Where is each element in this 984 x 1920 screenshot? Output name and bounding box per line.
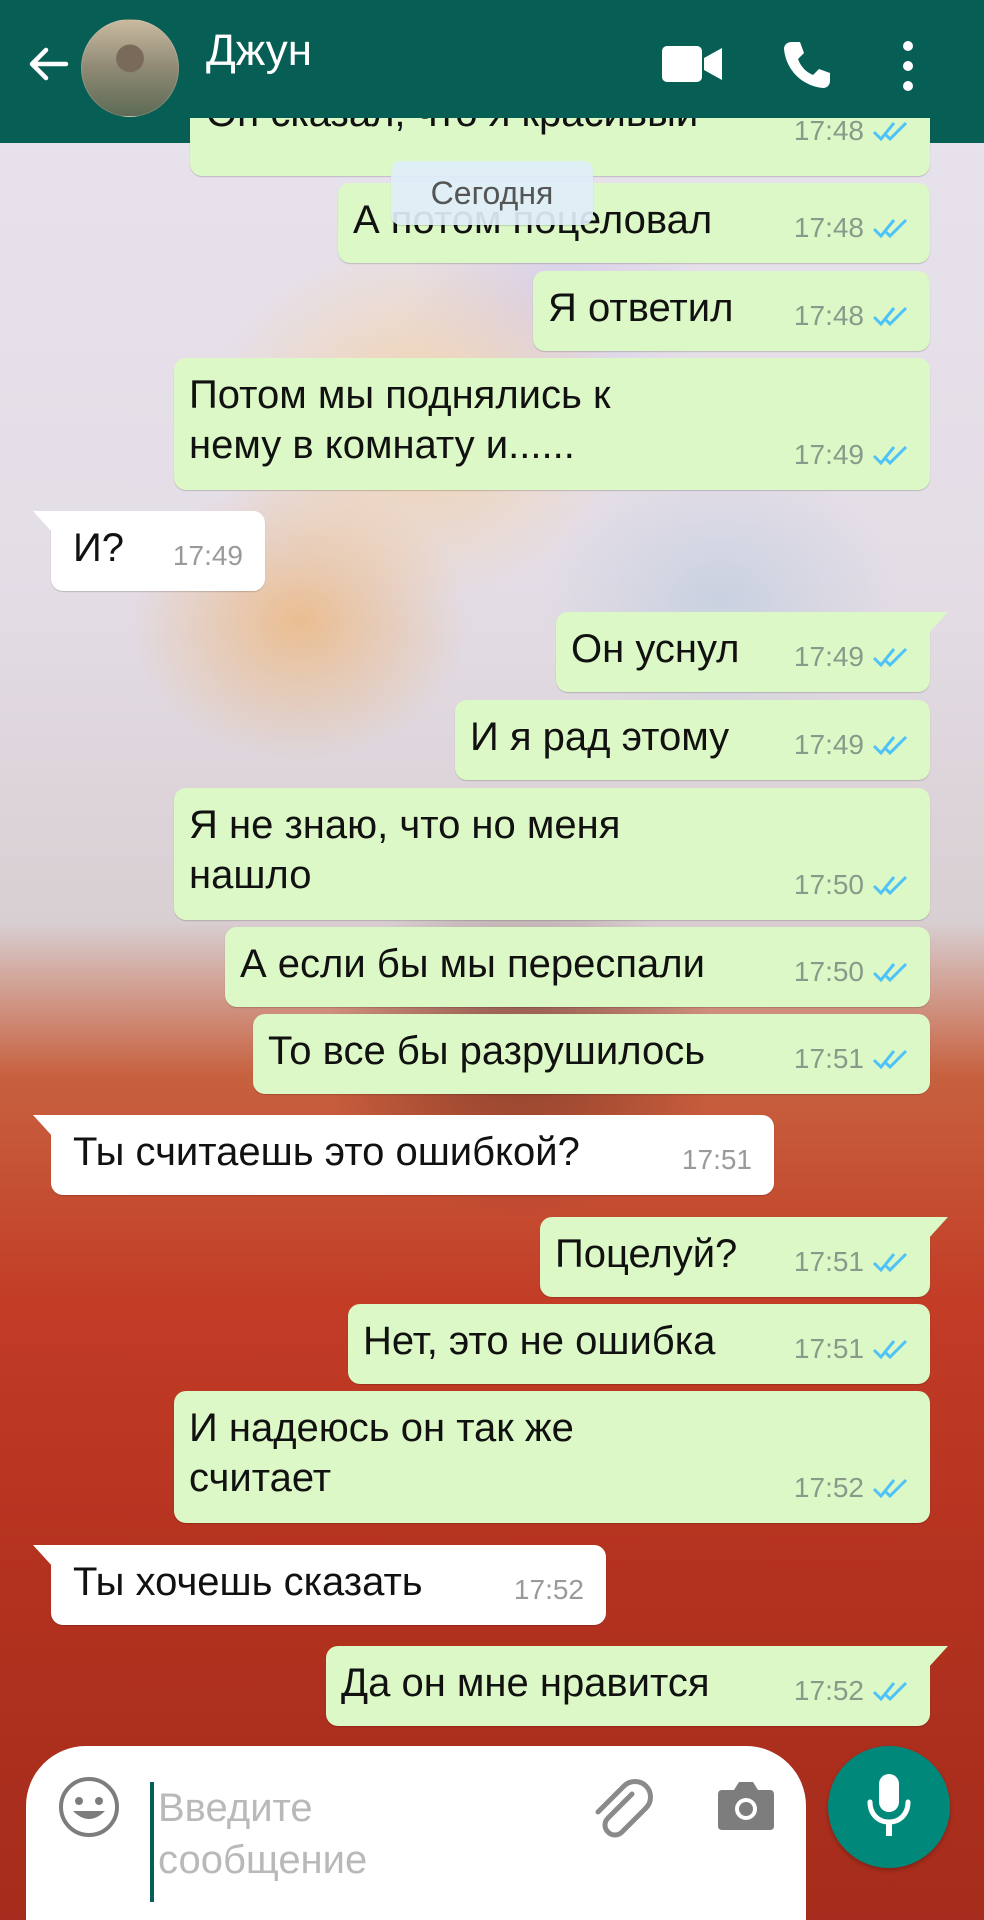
message-bubble-outgoing[interactable]: Потом мы поднялись к нему в комнату и...… <box>174 358 930 490</box>
message-text: И я рад этому <box>470 715 730 759</box>
message-text: Он сказал, что я красивый <box>206 118 698 138</box>
bubble-tail <box>928 1646 948 1668</box>
message-text: А если бы мы переспали <box>240 942 705 986</box>
phone-icon[interactable] <box>780 38 834 92</box>
more-vert-icon[interactable] <box>900 40 916 92</box>
message-meta: 17:52 <box>514 1565 584 1615</box>
message-text: Ты считаешь это ошибкой? <box>73 1130 580 1174</box>
message-meta: 17:51 <box>794 1237 912 1287</box>
message-time: 17:50 <box>793 956 864 987</box>
microphone-icon <box>867 1774 911 1836</box>
message-meta: 17:49 <box>794 430 912 480</box>
message-text: Я не знаю, что но меня нашло <box>189 803 621 897</box>
message-time: 17:51 <box>681 1144 752 1175</box>
message-meta: 17:48 <box>794 203 912 253</box>
message-bubble-incoming[interactable]: Ты хочешь сказать 17:52 <box>33 1545 606 1625</box>
message-time: 17:48 <box>793 300 864 331</box>
video-call-icon[interactable] <box>660 40 724 88</box>
message-meta: 17:52 <box>794 1666 912 1716</box>
message-time: 17:52 <box>513 1574 584 1605</box>
message-meta: 17:49 <box>794 632 912 682</box>
message-bubble-outgoing[interactable]: Я ответил 17:48 <box>533 271 930 351</box>
read-ticks-icon <box>872 121 908 142</box>
read-ticks-icon <box>872 1252 908 1273</box>
bubble-tail <box>928 612 948 634</box>
message-meta: 17:49 <box>173 531 243 581</box>
message-text: Поцелуй? <box>555 1232 738 1276</box>
message-time: 17:51 <box>793 1043 864 1074</box>
message-text: То все бы разрушилось <box>268 1029 706 1073</box>
message-meta: 17:49 <box>794 720 912 770</box>
message-text: Да он мне нравится <box>341 1661 710 1705</box>
contact-name[interactable]: Джун <box>206 26 312 76</box>
message-time: 17:52 <box>793 1472 864 1503</box>
read-ticks-icon <box>872 962 908 983</box>
emoji-icon[interactable] <box>57 1775 121 1839</box>
message-text: И? <box>73 526 124 570</box>
contact-avatar[interactable] <box>81 19 179 117</box>
message-text: И надеюсь он так же считает <box>189 1406 574 1500</box>
read-ticks-icon <box>872 647 908 668</box>
message-input[interactable]: Введите сообщение <box>150 1782 578 1902</box>
message-meta: 17:51 <box>794 1324 912 1374</box>
message-time: 17:49 <box>793 729 864 760</box>
message-meta: 17:51 <box>794 1034 912 1084</box>
message-bubble-outgoing[interactable]: И надеюсь он так же считает 17:52 <box>174 1391 930 1523</box>
arrow-left-icon[interactable] <box>26 42 70 86</box>
message-text: Нет, это не ошибка <box>363 1319 716 1363</box>
camera-icon[interactable] <box>716 1778 776 1832</box>
message-bubble-outgoing[interactable]: Да он мне нравится 17:52 <box>326 1646 948 1726</box>
message-bubble-outgoing[interactable]: Он уснул 17:49 <box>556 612 948 692</box>
read-ticks-icon <box>872 218 908 239</box>
message-bubble-incoming[interactable]: Ты считаешь это ошибкой? 17:51 <box>33 1115 774 1195</box>
read-ticks-icon <box>872 875 908 896</box>
bubble-tail <box>928 1217 948 1239</box>
message-meta: 17:50 <box>794 860 912 910</box>
message-bubble-outgoing[interactable]: Поцелуй? 17:51 <box>540 1217 948 1297</box>
message-text: Потом мы поднялись к нему в комнату и...… <box>189 373 611 467</box>
bubble-tail <box>33 511 53 533</box>
message-meta: 17:52 <box>794 1463 912 1513</box>
message-bubble-outgoing[interactable]: И я рад этому 17:49 <box>455 700 930 780</box>
read-ticks-icon <box>872 1339 908 1360</box>
message-time: 17:49 <box>793 439 864 470</box>
message-meta: 17:51 <box>682 1135 752 1185</box>
message-text: Я ответил <box>548 286 734 330</box>
message-time: 17:48 <box>793 212 864 243</box>
message-text: Ты хочешь сказать <box>73 1560 423 1604</box>
message-meta: 17:48 <box>794 291 912 341</box>
message-bubble-incoming[interactable]: И? 17:49 <box>33 511 265 591</box>
message-bubble-outgoing[interactable]: То все бы разрушилось 17:51 <box>253 1014 930 1094</box>
message-bubble-outgoing[interactable]: Нет, это не ошибка 17:51 <box>348 1304 930 1384</box>
message-bubble-outgoing[interactable]: Я не знаю, что но меня нашло 17:50 <box>174 788 930 920</box>
read-ticks-icon <box>872 445 908 466</box>
read-ticks-icon <box>872 1049 908 1070</box>
read-ticks-icon <box>872 1681 908 1702</box>
read-ticks-icon <box>872 735 908 756</box>
message-time: 17:49 <box>172 540 243 571</box>
message-time: 17:51 <box>793 1333 864 1364</box>
read-ticks-icon <box>872 306 908 327</box>
message-time: 17:49 <box>793 641 864 672</box>
message-bubble-outgoing[interactable]: А если бы мы переспали 17:50 <box>225 927 930 1007</box>
message-time: 17:51 <box>793 1246 864 1277</box>
message-meta: 17:50 <box>794 947 912 997</box>
mic-button[interactable] <box>828 1746 950 1868</box>
bubble-tail <box>33 1545 53 1567</box>
message-time: 17:50 <box>793 869 864 900</box>
message-text: Он уснул <box>571 627 740 671</box>
read-ticks-icon <box>872 1478 908 1499</box>
message-meta: 17:48 <box>794 118 912 156</box>
message-time: 17:52 <box>793 1675 864 1706</box>
paperclip-icon[interactable] <box>588 1774 658 1844</box>
bubble-tail <box>33 1115 53 1137</box>
message-time: 17:48 <box>793 118 864 146</box>
date-divider: Сегодня <box>391 161 593 225</box>
